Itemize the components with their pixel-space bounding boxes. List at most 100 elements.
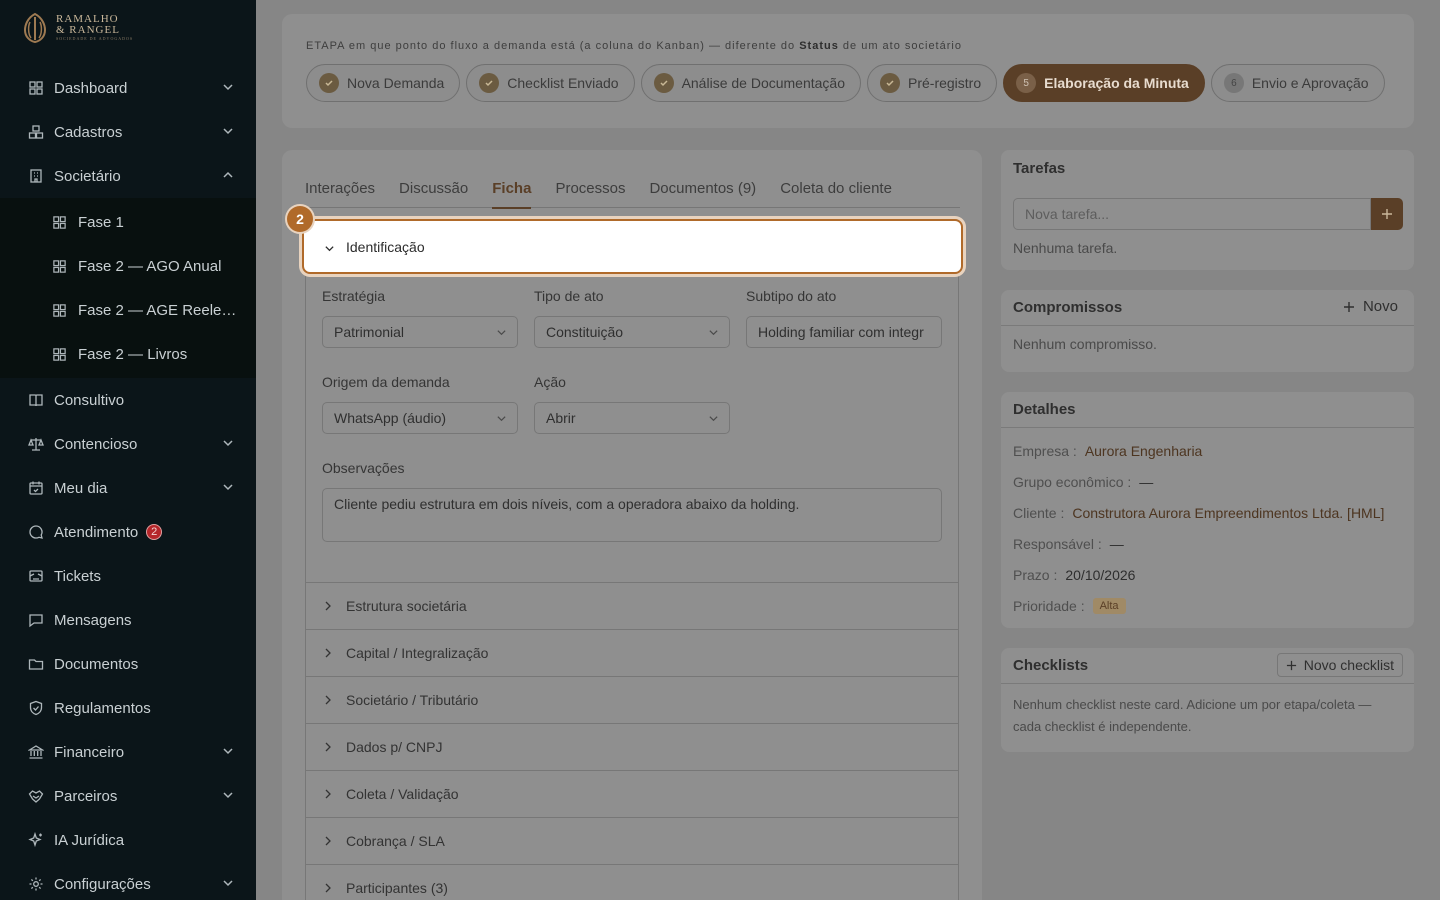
grid-icon [52, 303, 67, 318]
chevron-right-icon [325, 601, 331, 611]
detail-responsavel: Responsável : — [1013, 535, 1124, 552]
sidebar-item-parceiros[interactable]: Parceiros [0, 774, 256, 818]
grid-icon [52, 259, 67, 274]
section-participantes[interactable]: Participantes (3) [306, 864, 958, 900]
novo-checklist-button[interactable]: Novo checklist [1276, 653, 1403, 677]
tab-coleta-cliente[interactable]: Coleta do cliente [780, 180, 892, 208]
step-elaboracao-minuta[interactable]: 5 Elaboração da Minuta [1003, 64, 1205, 102]
sidebar-item-dashboard[interactable]: Dashboard [0, 66, 256, 110]
chevron-down-icon [497, 416, 506, 422]
sidebar-subitem-fase2-ago[interactable]: Fase 2 — AGO Anual [0, 244, 256, 288]
chevron-right-icon [325, 648, 331, 658]
cliente-link[interactable]: Construtora Aurora Empreendimentos Ltda.… [1072, 505, 1384, 521]
novo-compromisso-button[interactable]: Novo [1343, 298, 1398, 315]
tipo-ato-select[interactable]: Constituição [534, 316, 730, 348]
empresa-link[interactable]: Aurora Engenharia [1085, 443, 1203, 459]
sidebar-item-contencioso[interactable]: Contencioso [0, 422, 256, 466]
stage-steps: Nova Demanda Checklist Enviado Análise d… [306, 64, 1385, 102]
chevron-down-icon [709, 416, 718, 422]
plus-icon [1343, 301, 1354, 312]
section-capital-integralizacao[interactable]: Capital / Integralização [306, 629, 958, 676]
book-icon [28, 392, 44, 408]
chevron-down-icon [325, 246, 334, 252]
sidebar-item-configuracoes[interactable]: Configurações [0, 862, 256, 900]
estrategia-select[interactable]: Patrimonial [322, 316, 518, 348]
section-cobranca-sla[interactable]: Cobrança / SLA [306, 817, 958, 864]
origem-label: Origem da demanda [322, 374, 450, 390]
section-identificacao[interactable]: Identificação [302, 219, 963, 274]
sidebar: RAMALHO & RANGEL SOCIEDADE DE ADVOGADOS … [0, 0, 256, 900]
tab-interacoes[interactable]: Interações [305, 180, 375, 208]
detail-grupo-economico: Grupo econômico : — [1013, 473, 1154, 490]
sidebar-item-consultivo[interactable]: Consultivo [0, 378, 256, 422]
sidebar-item-cadastros[interactable]: Cadastros [0, 110, 256, 154]
sidebar-nav: Dashboard Cadastros Societário Fase 1 Fa… [0, 66, 256, 900]
checklists-title: Checklists [1013, 657, 1089, 674]
detail-prazo: Prazo : 20/10/2026 [1013, 566, 1136, 583]
nova-tarefa-input[interactable]: Nova tarefa... [1013, 198, 1371, 230]
plus-icon [1286, 660, 1296, 670]
step-envio-aprovacao[interactable]: 6 Envio e Aprovação [1210, 64, 1385, 102]
step-checklist-enviado[interactable]: Checklist Enviado [466, 64, 635, 102]
handshake-icon [28, 788, 44, 804]
sidebar-item-atendimento[interactable]: Atendimento 2 [0, 510, 256, 554]
compromissos-title: Compromissos [1013, 299, 1123, 316]
logo[interactable]: RAMALHO & RANGEL SOCIEDADE DE ADVOGADOS [22, 12, 133, 44]
stage-description: ETAPA em que ponto do fluxo a demanda es… [306, 40, 962, 52]
sidebar-subitem-fase1[interactable]: Fase 1 [0, 200, 256, 244]
compromissos-card: Compromissos Novo Nenhum compromisso. [1001, 290, 1414, 372]
chevron-up-icon [223, 171, 233, 178]
checklists-card: Checklists Novo checklist Nenhum checkli… [1001, 648, 1414, 752]
chevron-right-icon [325, 836, 331, 846]
sidebar-item-mensagens[interactable]: Mensagens [0, 598, 256, 642]
step-pre-registro[interactable]: Pré-registro [867, 64, 998, 102]
sidebar-item-ia-juridica[interactable]: IA Jurídica [0, 818, 256, 862]
tipo-ato-label: Tipo de ato [534, 288, 604, 304]
section-estrutura-societaria[interactable]: Estrutura societária [306, 582, 958, 629]
message-icon [28, 612, 44, 628]
step-number: 6 [1223, 73, 1244, 93]
tab-bar: Interações Discussão Ficha Processos Doc… [305, 180, 960, 209]
chevron-down-icon [223, 484, 233, 491]
gear-icon [28, 876, 44, 892]
chevron-down-icon [223, 792, 233, 799]
chevron-right-icon [325, 742, 331, 752]
section-societario-tributario[interactable]: Societário / Tributário [306, 676, 958, 723]
plus-icon [1382, 209, 1392, 219]
subtipo-input[interactable]: Holding familiar com integr [746, 316, 942, 348]
estrategia-label: Estratégia [322, 288, 386, 304]
step-nova-demanda[interactable]: Nova Demanda [306, 64, 461, 102]
section-dados-cnpj[interactable]: Dados p/ CNPJ [306, 723, 958, 770]
step-analise-documentacao[interactable]: Análise de Documentação [640, 64, 861, 102]
sidebar-subitem-fase2-age[interactable]: Fase 2 — AGE Reeleição [0, 288, 256, 332]
detail-empresa: Empresa : Aurora Engenharia [1013, 442, 1203, 459]
bank-icon [28, 744, 44, 760]
subtipo-label: Subtipo do ato [746, 288, 837, 304]
sidebar-item-regulamentos[interactable]: Regulamentos [0, 686, 256, 730]
origem-select[interactable]: WhatsApp (áudio) [322, 402, 518, 434]
sidebar-item-financeiro[interactable]: Financeiro [0, 730, 256, 774]
acao-select[interactable]: Abrir [534, 402, 730, 434]
sidebar-item-meu-dia[interactable]: Meu dia [0, 466, 256, 510]
compromissos-empty: Nenhum compromisso. [1013, 336, 1157, 352]
sidebar-subitem-fase2-livros[interactable]: Fase 2 — Livros [0, 332, 256, 376]
sidebar-item-societario[interactable]: Societário [0, 154, 256, 198]
chevron-down-icon [223, 440, 233, 447]
tab-processos[interactable]: Processos [555, 180, 625, 208]
tarefas-card: Tarefas Nova tarefa... Nenhuma tarefa. [1001, 150, 1414, 270]
chevron-down-icon [223, 128, 233, 135]
logo-tagline: SOCIEDADE DE ADVOGADOS [56, 36, 134, 41]
grid-icon [52, 347, 67, 362]
sidebar-item-documentos[interactable]: Documentos [0, 642, 256, 686]
acao-label: Ação [534, 374, 566, 390]
section-coleta-validacao[interactable]: Coleta / Validação [306, 770, 958, 817]
building-icon [28, 168, 44, 184]
main-content: ETAPA em que ponto do fluxo a demanda es… [256, 0, 1440, 900]
check-icon [653, 73, 674, 93]
observacoes-textarea[interactable]: Cliente pediu estrutura em dois níveis, … [322, 488, 942, 542]
sidebar-item-tickets[interactable]: Tickets [0, 554, 256, 598]
tab-discussao[interactable]: Discussão [399, 180, 468, 208]
tab-ficha[interactable]: Ficha [492, 180, 532, 209]
tab-documentos[interactable]: Documentos (9) [649, 180, 756, 208]
add-task-button[interactable] [1371, 198, 1403, 230]
